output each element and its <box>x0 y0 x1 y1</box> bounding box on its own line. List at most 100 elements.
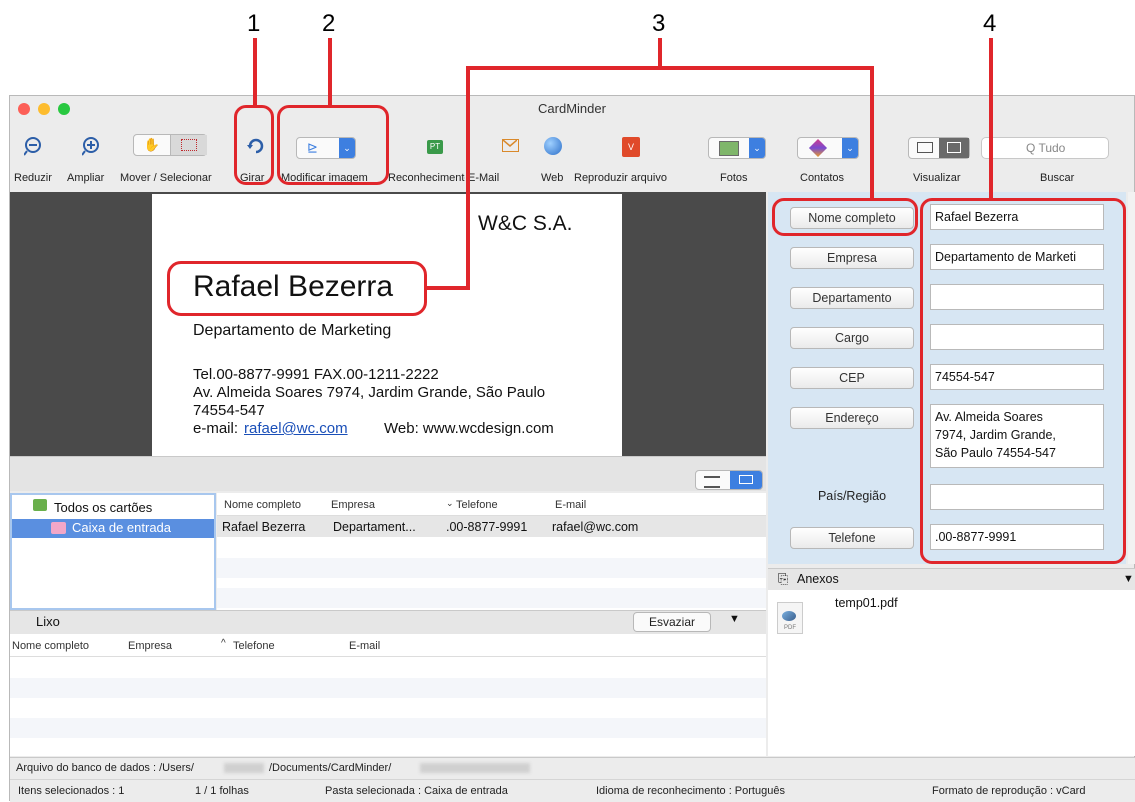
empty-trash-button[interactable]: Esvaziar <box>633 612 711 632</box>
photos-icon <box>719 141 739 156</box>
sort-desc-icon: ⌄ <box>446 498 454 508</box>
photos-dropdown[interactable]: ⌄ <box>708 137 766 159</box>
table-row-empty <box>217 558 766 578</box>
sort-asc-icon: ^ <box>221 638 226 649</box>
view-segmented[interactable] <box>908 137 970 159</box>
toolbar-label-visualizar: Visualizar <box>913 172 961 184</box>
chevron-down-icon: ⌄ <box>842 138 858 158</box>
field-button-endereco[interactable]: Endereço <box>790 407 914 429</box>
col-header-email[interactable]: E-mail <box>555 499 586 511</box>
disclosure-triangle-icon[interactable]: ▼ <box>729 613 740 625</box>
vcard-icon[interactable]: V <box>622 137 640 157</box>
paperclip-icon: ⎘ <box>778 571 789 586</box>
callout-line-3-stem <box>658 38 662 68</box>
status-selected: Itens selecionados : 1 <box>18 785 125 797</box>
db-path-prefix: Arquivo do banco de dados : /Users/ <box>16 762 194 774</box>
callout-3: 3 <box>652 10 666 37</box>
pdf-file-icon[interactable]: PDF <box>777 602 803 634</box>
trash-col-header-email[interactable]: E-mail <box>349 640 380 652</box>
table-row-empty <box>10 678 766 698</box>
callout-1: 1 <box>247 10 261 37</box>
hand-select-icon[interactable]: ✋ <box>134 135 170 155</box>
toolbar-label-fotos: Fotos <box>720 172 748 184</box>
redacted-text <box>224 763 264 773</box>
col-header-telefone[interactable]: Telefone <box>456 499 498 511</box>
all-cards-icon <box>33 499 47 511</box>
view-card-icon[interactable] <box>917 142 933 153</box>
close-window-button[interactable] <box>18 103 30 115</box>
list-view-icon[interactable] <box>704 476 720 488</box>
field-button-empresa[interactable]: Empresa <box>790 247 914 269</box>
attachments-title: Anexos <box>797 572 839 586</box>
minimize-window-button[interactable] <box>38 103 50 115</box>
card-web: Web: www.wcdesign.com <box>384 420 554 437</box>
db-path-middle: /Documents/CardMinder/ <box>269 762 392 774</box>
mail-icon[interactable] <box>502 139 519 152</box>
card-zip: 74554-547 <box>193 402 265 419</box>
card-company: W&C S.A. <box>478 212 573 235</box>
tree-item-inbox[interactable]: Caixa de entrada <box>72 520 171 535</box>
cell-empresa: Departament... <box>333 520 416 534</box>
toolbar-label-reduzir: Reduzir <box>14 172 52 184</box>
callout-2: 2 <box>322 10 336 37</box>
status-pages: 1 / 1 folhas <box>195 785 249 797</box>
attachment-filename[interactable]: temp01.pdf <box>835 596 898 610</box>
status-folder: Pasta selecionada : Caixa de entrada <box>325 785 508 797</box>
card-email-link[interactable]: rafael@wc.com <box>244 420 348 437</box>
window-title: CardMinder <box>538 101 606 116</box>
table-row-empty <box>10 718 766 738</box>
callout-box-1 <box>234 105 274 185</box>
attachments-list <box>768 590 1135 756</box>
field-button-departamento[interactable]: Departamento <box>790 287 914 309</box>
table-view-icon[interactable] <box>730 471 762 489</box>
callout-box-3-button <box>772 198 918 236</box>
callout-line-3-left <box>466 66 470 289</box>
recognition-icon[interactable]: PT <box>427 140 443 154</box>
contacts-icon <box>808 138 828 158</box>
toolbar-label-web: Web <box>541 172 564 184</box>
selection-tool-icon[interactable] <box>170 135 207 155</box>
callout-line-3-horizontal <box>466 66 873 70</box>
folder-icon <box>51 522 66 534</box>
web-icon[interactable] <box>544 137 562 155</box>
toolbar-label-contatos: Contatos <box>800 172 845 184</box>
trash-col-header-nome[interactable]: Nome completo <box>12 640 89 652</box>
redacted-text <box>420 763 530 773</box>
toolbar-label-reconhecimento: Reconhecimento <box>388 172 465 184</box>
field-label-pais-regiao: País/Região <box>817 489 887 503</box>
col-header-nome[interactable]: Nome completo <box>224 499 301 511</box>
field-button-cargo[interactable]: Cargo <box>790 327 914 349</box>
toolbar-label-mover: Mover / Selecionar <box>120 172 212 184</box>
trash-col-header-empresa[interactable]: Empresa <box>128 640 172 652</box>
contacts-dropdown[interactable]: ⌄ <box>797 137 859 159</box>
callout-line-4 <box>989 38 993 200</box>
callout-line-2 <box>328 38 332 106</box>
view-split-icon[interactable] <box>939 138 969 158</box>
callout-line-3-left-arm <box>424 286 470 290</box>
cell-telefone: .00-8877-9991 <box>446 520 528 534</box>
zoom-in-icon[interactable] <box>80 134 104 158</box>
move-select-segmented[interactable]: ✋ <box>133 134 207 156</box>
callout-box-4 <box>920 198 1126 564</box>
zoom-window-button[interactable] <box>58 103 70 115</box>
cell-nome: Rafael Bezerra <box>222 520 306 534</box>
disclosure-triangle-icon[interactable]: ▼ <box>1123 573 1134 585</box>
col-header-empresa[interactable]: Empresa <box>331 499 375 511</box>
search-input[interactable]: Q Tudo <box>981 137 1109 159</box>
field-panel-scrollbar[interactable] <box>1128 192 1135 564</box>
list-view-segmented[interactable] <box>695 470 763 490</box>
toolbar-label-email: E-Mail <box>468 172 500 184</box>
trash-col-header-telefone[interactable]: Telefone <box>233 640 275 652</box>
callout-line-1 <box>253 38 257 106</box>
card-address: Av. Almeida Soares 7974, Jardim Grande, … <box>193 384 546 401</box>
callout-line-3-right <box>870 66 874 198</box>
card-tel: Tel.00-8877-9991 FAX.00-1211-2222 <box>193 366 439 383</box>
zoom-out-icon[interactable] <box>22 134 46 158</box>
field-button-cep[interactable]: CEP <box>790 367 914 389</box>
table-row-empty <box>217 588 766 608</box>
pdf-label: PDF <box>784 625 796 631</box>
field-button-telefone[interactable]: Telefone <box>790 527 914 549</box>
tree-item-all-cards[interactable]: Todos os cartões <box>54 500 152 515</box>
toolbar-label-buscar: Buscar <box>1040 172 1075 184</box>
status-format: Formato de reprodução : vCard <box>932 785 1086 797</box>
